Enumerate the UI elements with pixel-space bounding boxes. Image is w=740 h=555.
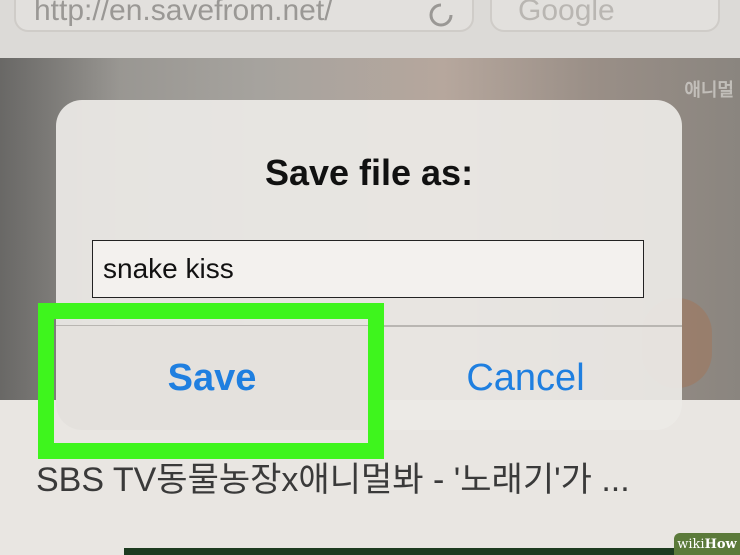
save-button[interactable]: Save	[56, 326, 368, 430]
filename-input[interactable]	[92, 240, 644, 298]
browser-toolbar: http://en.savefrom.net/ Google	[0, 0, 740, 58]
save-file-dialog: Save file as: Save Cancel	[56, 100, 682, 430]
bottom-bar	[124, 548, 740, 555]
thumbnail-logo: 애니멀	[684, 80, 734, 100]
watermark-how: How	[704, 536, 737, 552]
video-title[interactable]: SBS TV동물농장x애니멀봐 - '노래기'가 ...	[36, 452, 736, 501]
url-text: http://en.savefrom.net/	[34, 0, 333, 27]
search-placeholder: Google	[518, 0, 615, 27]
wikihow-watermark: wiki How	[674, 533, 740, 555]
watermark-wiki: wiki	[677, 536, 705, 552]
dialog-title: Save file as:	[264, 152, 474, 193]
reload-icon[interactable]	[428, 2, 454, 28]
search-field[interactable]: Google	[490, 0, 720, 32]
url-field[interactable]: http://en.savefrom.net/	[14, 0, 474, 32]
cancel-button[interactable]: Cancel	[369, 326, 682, 430]
